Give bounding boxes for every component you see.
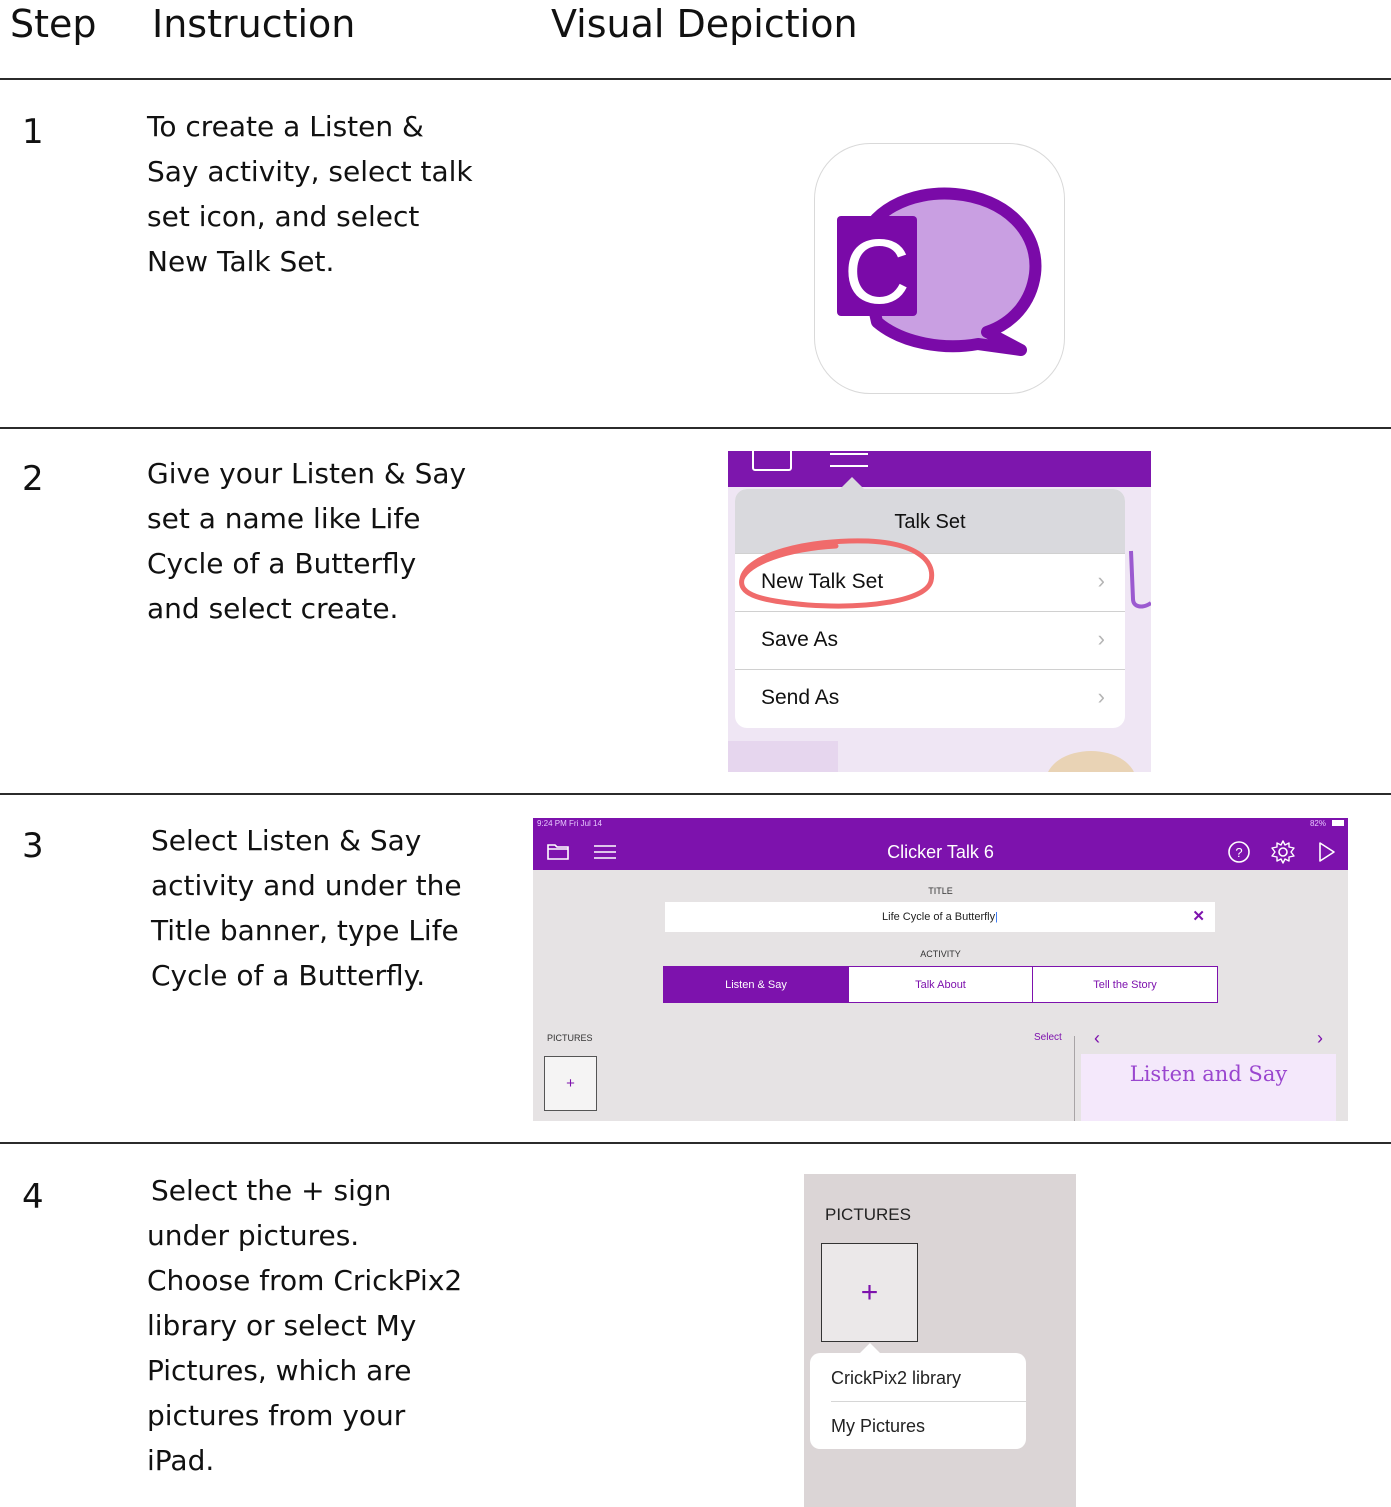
instruction-line: Pictures, which are xyxy=(147,1354,412,1387)
svg-text:?: ? xyxy=(1235,845,1242,860)
instruction-line: Select Listen & Say xyxy=(151,824,422,857)
instruction-line: activity and under the xyxy=(151,869,462,902)
instruction-line: Select the + sign xyxy=(151,1174,392,1207)
picture-source-menu: CrickPix2 library My Pictures xyxy=(810,1353,1026,1449)
pictures-popup-screenshot: PICTURES + CrickPix2 library My Pictures xyxy=(804,1174,1076,1507)
add-picture-button[interactable]: + xyxy=(544,1056,597,1111)
instruction-line: pictures from your xyxy=(147,1399,406,1432)
step-number: 4 xyxy=(22,1177,44,1217)
step-instruction: To create a Listen & Say activity, selec… xyxy=(147,104,487,284)
instruction-line: Cycle of a Butterfly. xyxy=(151,959,426,992)
clicker-talk-app-icon: C xyxy=(814,143,1065,394)
instruction-line: Choose from CrickPix2 xyxy=(147,1264,463,1297)
step-instruction: Give your Listen & Say set a name like L… xyxy=(147,451,487,631)
talk-set-menu-screenshot: Talk Set New Talk Set › Save As › Send A… xyxy=(728,451,1151,772)
app-title: Clicker Talk 6 xyxy=(887,842,994,862)
tab-talk-about[interactable]: Talk About xyxy=(848,966,1033,1003)
instruction-line: set a name like Life xyxy=(147,502,421,535)
panel-divider xyxy=(1074,1036,1075,1121)
hamburger-menu-icon[interactable] xyxy=(593,843,617,861)
page-preview-card[interactable]: Listen and Say xyxy=(1081,1054,1336,1121)
card-title: Listen and Say xyxy=(1129,1062,1288,1086)
instruction-line: New Talk Set. xyxy=(147,245,335,278)
title-label: TITLE xyxy=(928,886,953,896)
tab-tell-the-story[interactable]: Tell the Story xyxy=(1032,966,1218,1003)
instruction-line: set icon, and select xyxy=(147,200,420,233)
step-instruction: Select Listen & Say activity and under t… xyxy=(151,818,491,998)
step-instruction: Select the + sign under pictures. Choose… xyxy=(147,1168,487,1483)
speech-bubble-icon: C xyxy=(837,187,1042,356)
menu-item-crickpix2-library[interactable]: CrickPix2 library xyxy=(831,1368,961,1389)
play-icon[interactable] xyxy=(1317,841,1337,863)
battery-icon xyxy=(1332,820,1344,826)
svg-text:C: C xyxy=(844,221,910,323)
popover-arrow xyxy=(860,1343,880,1353)
instruction-line: library or select My xyxy=(147,1309,417,1342)
instruction-line: iPad. xyxy=(147,1444,215,1477)
app-header: 9:24 PM Fri Jul 14 82% Clicker Talk 6 ? xyxy=(533,818,1348,870)
add-picture-button[interactable]: + xyxy=(821,1243,918,1342)
menu-separator xyxy=(831,1401,1026,1402)
menu-item-my-pictures[interactable]: My Pictures xyxy=(831,1416,925,1437)
header-visual-depiction: Visual Depiction xyxy=(551,2,858,46)
activity-label: ACTIVITY xyxy=(920,949,961,959)
clear-icon[interactable]: ✕ xyxy=(1192,902,1205,932)
instruction-line: To create a Listen & xyxy=(147,110,424,143)
row-divider xyxy=(0,1142,1391,1144)
help-icon[interactable]: ? xyxy=(1227,840,1251,864)
pictures-label: PICTURES xyxy=(825,1205,911,1224)
tab-listen-and-say[interactable]: Listen & Say xyxy=(663,966,849,1003)
instruction-line: Title banner, type Life xyxy=(151,914,459,947)
activity-tabs: Listen & Say Talk About Tell the Story xyxy=(663,966,1218,1003)
step-number: 1 xyxy=(22,112,44,152)
step-number: 2 xyxy=(22,459,44,499)
status-time: 9:24 PM Fri Jul 14 xyxy=(537,819,602,828)
header-step: Step xyxy=(10,2,97,46)
title-value: Life Cycle of a Butterfly xyxy=(882,911,996,923)
highlight-circle xyxy=(739,538,1151,609)
select-button[interactable]: Select xyxy=(1034,1032,1062,1043)
step-number: 3 xyxy=(22,826,44,866)
header-divider xyxy=(0,78,1391,80)
instruction-line: Say activity, select talk xyxy=(147,155,473,188)
instruction-line: Give your Listen & Say xyxy=(147,457,467,490)
folder-icon[interactable] xyxy=(546,841,570,861)
row-divider xyxy=(0,793,1391,795)
chevron-left-icon[interactable]: ‹ xyxy=(1094,1028,1100,1049)
clicker-talk-screenshot: 9:24 PM Fri Jul 14 82% Clicker Talk 6 ? … xyxy=(533,818,1348,1121)
gear-icon[interactable] xyxy=(1270,839,1296,865)
status-battery: 82% xyxy=(1309,819,1326,828)
instruction-line: under pictures. xyxy=(147,1219,360,1252)
instruction-line: Cycle of a Butterfly xyxy=(147,547,417,580)
instruction-line: and select create. xyxy=(147,592,399,625)
pictures-label: PICTURES xyxy=(547,1033,593,1043)
chevron-right-icon[interactable]: › xyxy=(1317,1028,1323,1049)
header-instruction: Instruction xyxy=(152,2,356,46)
title-input[interactable]: Life Cycle of a Butterfly| ✕ xyxy=(665,902,1215,932)
row-divider xyxy=(0,427,1391,429)
